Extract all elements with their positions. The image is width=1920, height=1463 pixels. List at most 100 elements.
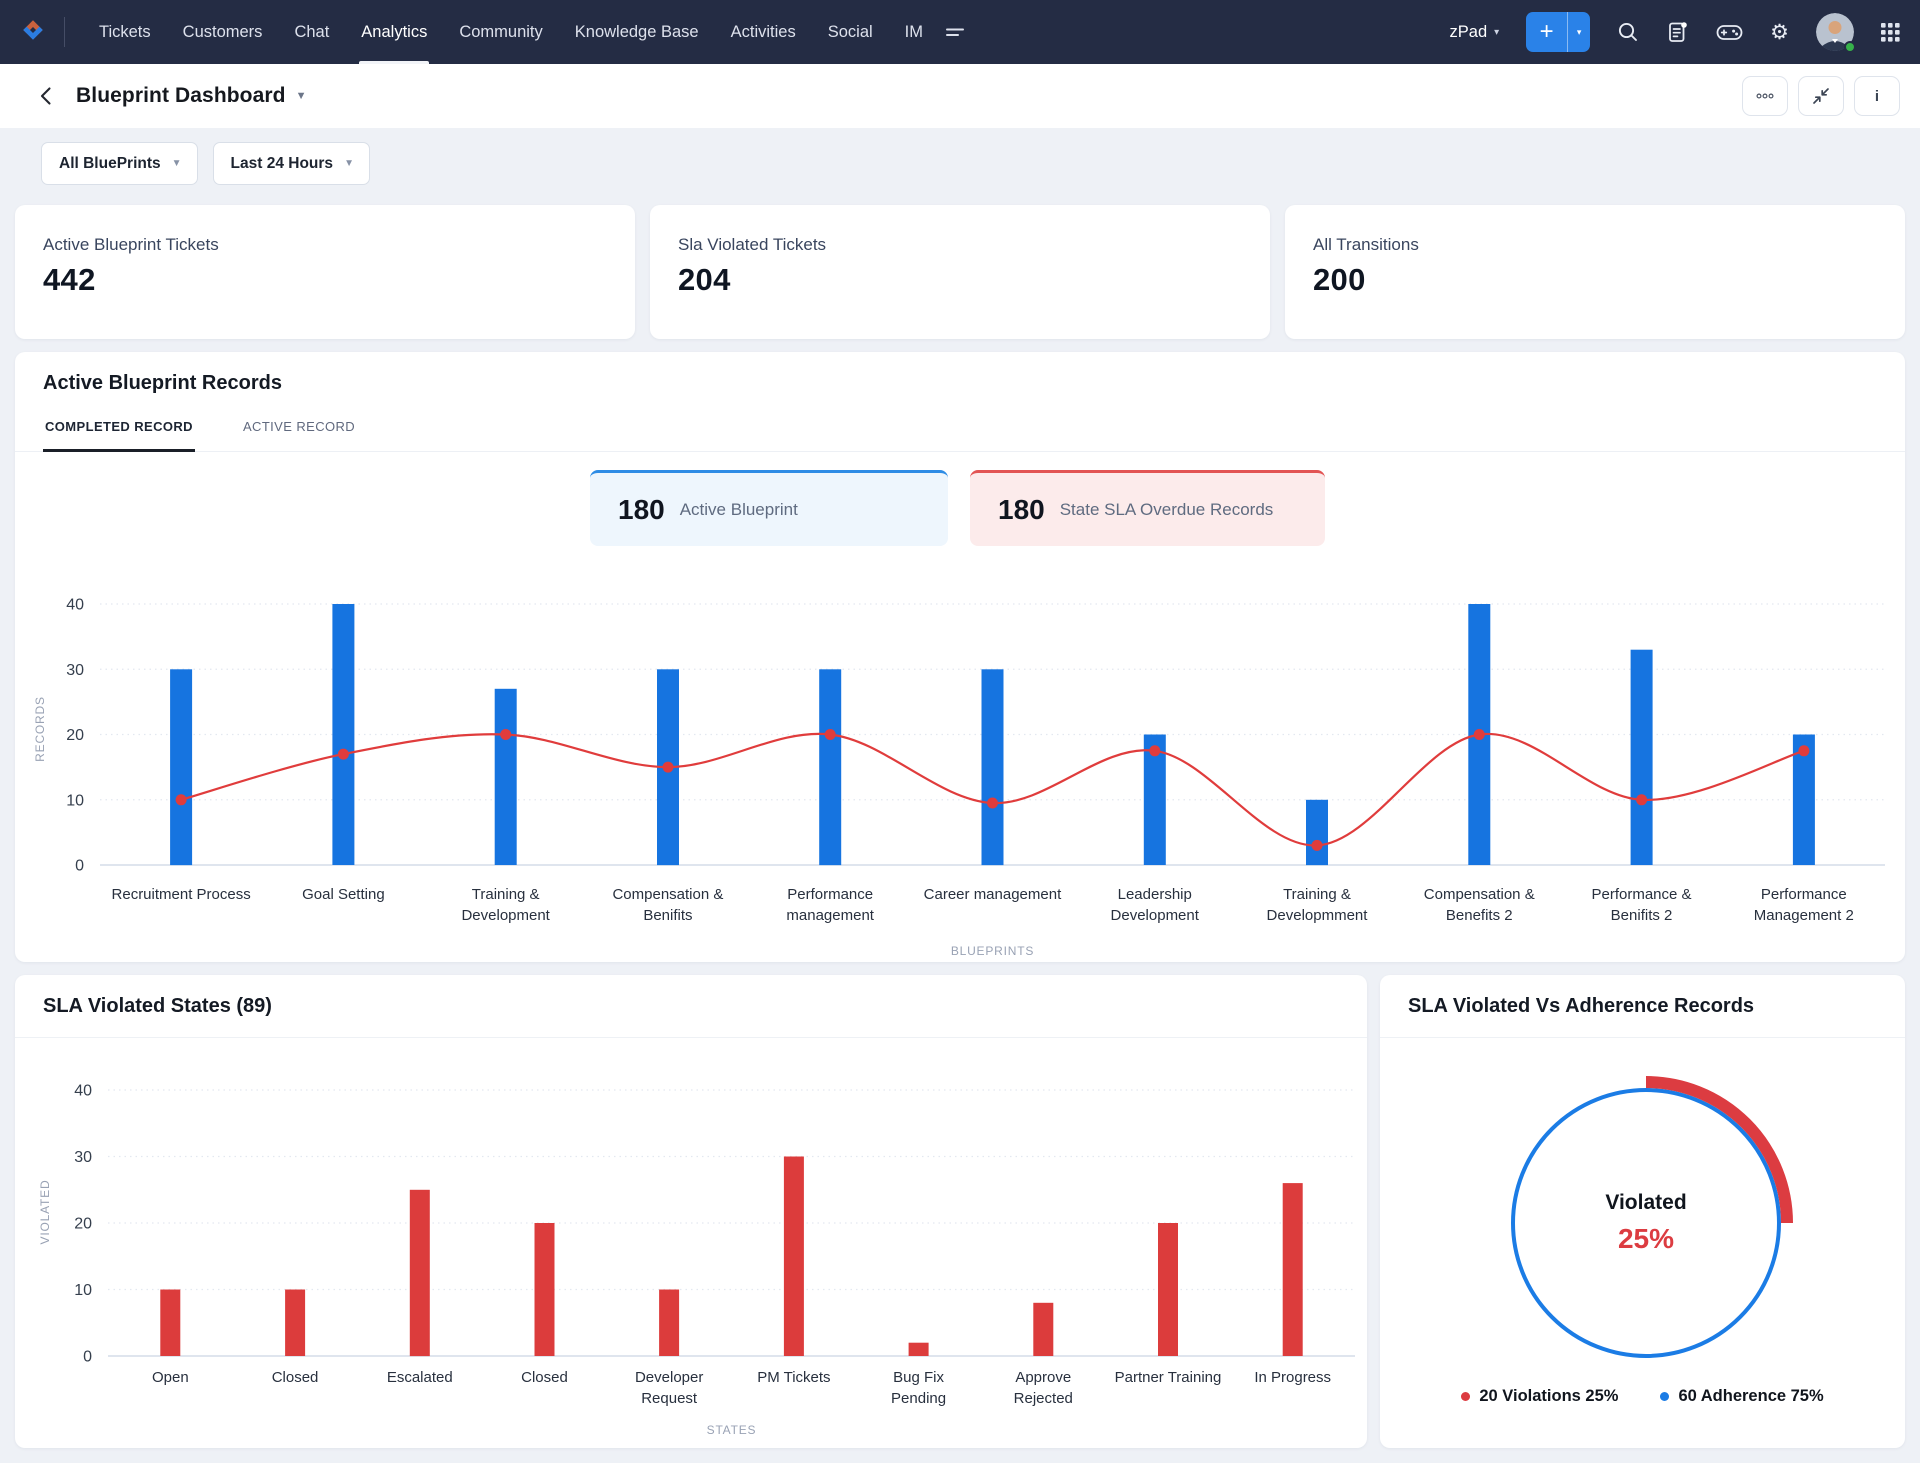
blueprint-filter-dropdown[interactable]: All BluePrints ▼ bbox=[41, 142, 198, 185]
x-axis-categories: Open Closed Escalated Closed Developer Reque… bbox=[108, 1367, 1355, 1409]
caret-down-icon[interactable]: ▼ bbox=[296, 90, 307, 102]
kpi-label: Active Blueprint Tickets bbox=[43, 235, 219, 254]
caret-down-icon: ▾ bbox=[1494, 26, 1500, 38]
donut-center-text: Violated 25% bbox=[1491, 1068, 1801, 1378]
kpi-value: 204 bbox=[678, 262, 731, 297]
tab-completed-record[interactable]: COMPLETED RECORD bbox=[43, 408, 195, 452]
x-axis-category-label: Closed bbox=[521, 1369, 568, 1386]
nav-item-activities[interactable]: Activities bbox=[715, 0, 812, 64]
divider bbox=[1380, 1037, 1905, 1038]
create-button[interactable]: + ▾ bbox=[1526, 12, 1591, 52]
x-axis-category-label: In Progress bbox=[1254, 1369, 1332, 1386]
caret-down-icon: ▼ bbox=[344, 158, 354, 169]
caret-down-icon: ▼ bbox=[171, 158, 182, 169]
x-axis-category-label: Training & Developmment bbox=[1266, 886, 1368, 924]
panel-title: SLA Violated States (89) bbox=[43, 995, 272, 1017]
nav-right-cluster: zPad ▾ + ▾ ⚙ bbox=[1450, 12, 1900, 53]
nav-item-analytics[interactable]: Analytics bbox=[345, 0, 443, 64]
workspace-selector[interactable]: zPad ▾ bbox=[1450, 23, 1500, 42]
release-notes-icon[interactable] bbox=[1666, 20, 1689, 44]
svg-text:0: 0 bbox=[75, 858, 84, 875]
x-axis-category-label: Open bbox=[152, 1369, 189, 1386]
kpi-card-active-blueprint-tickets: Active Blueprint Tickets 442 bbox=[15, 205, 635, 339]
gamepad-icon[interactable] bbox=[1716, 23, 1743, 42]
x-axis-category-label: Career management bbox=[923, 886, 1062, 903]
tab-active-record[interactable]: ACTIVE RECORD bbox=[241, 408, 357, 451]
x-axis-category-label: Partner Training bbox=[1114, 1369, 1222, 1386]
nav-item-tickets[interactable]: Tickets bbox=[83, 0, 167, 64]
kpi-label: Sla Violated Tickets bbox=[678, 235, 827, 254]
collapse-button[interactable] bbox=[1798, 76, 1844, 116]
svg-text:30: 30 bbox=[74, 1149, 92, 1166]
blueprint-dashboard-page: { "colors": { "nav_bg": "#242c44", "page… bbox=[0, 0, 1920, 1463]
blueprint-filter-label: All BluePrints bbox=[59, 154, 161, 172]
filter-bar: All BluePrints ▼ Last 24 Hours ▼ bbox=[0, 128, 1920, 204]
nav-overflow-icon[interactable] bbox=[945, 25, 965, 39]
more-options-button[interactable] bbox=[1742, 76, 1788, 116]
svg-text:20: 20 bbox=[74, 1216, 92, 1233]
kpi-card-all-transitions: All Transitions 200 bbox=[1285, 205, 1905, 339]
kpi-label: All Transitions bbox=[1313, 235, 1419, 254]
top-nav: Tickets Customers Chat Analytics Communi… bbox=[0, 0, 1920, 64]
caret-down-icon[interactable]: ▾ bbox=[1567, 12, 1590, 52]
x-axis-category-label: Performance Management 2 bbox=[1753, 886, 1854, 924]
nav-item-community[interactable]: Community bbox=[443, 0, 558, 64]
search-icon[interactable] bbox=[1617, 21, 1639, 43]
x-axis-category-label: PM Tickets bbox=[757, 1369, 831, 1386]
legend-dot-icon bbox=[1461, 1392, 1471, 1401]
x-axis-category-label: Closed bbox=[271, 1369, 319, 1386]
back-button[interactable] bbox=[30, 81, 60, 111]
x-axis-category-label: Escalated bbox=[386, 1369, 453, 1386]
online-status-icon bbox=[1844, 41, 1856, 53]
kpi-card-sla-violated-tickets: Sla Violated Tickets 204 bbox=[650, 205, 1270, 339]
chip-value: 180 bbox=[618, 493, 665, 525]
zoho-desk-logo-icon[interactable] bbox=[16, 13, 50, 52]
sla-violated-states-chart[interactable]: 0 10 20 30 40 bbox=[30, 1075, 1360, 1365]
gear-icon[interactable]: ⚙ bbox=[1770, 22, 1789, 43]
time-range-dropdown[interactable]: Last 24 Hours ▼ bbox=[212, 142, 370, 185]
info-button[interactable]: i bbox=[1854, 76, 1900, 116]
legend-item-adherence[interactable]: 60 Adherence 75% bbox=[1660, 1387, 1824, 1406]
legend-item-violations[interactable]: 20 Violations 25% bbox=[1461, 1387, 1618, 1406]
nav-item-customers[interactable]: Customers bbox=[167, 0, 279, 64]
chip-label: Active Blueprint bbox=[679, 499, 798, 519]
time-range-label: Last 24 Hours bbox=[230, 154, 334, 172]
donut-legend: 20 Violations 25% 60 Adherence 75% bbox=[1380, 1387, 1905, 1406]
x-axis-title: STATES bbox=[706, 1423, 757, 1437]
donut-center-label: Violated bbox=[1605, 1191, 1687, 1214]
donut-center-value: 25% bbox=[1617, 1223, 1675, 1254]
svg-text:10: 10 bbox=[74, 1282, 92, 1299]
workspace-label: zPad bbox=[1449, 22, 1488, 41]
legend-label: 60 Adherence 75% bbox=[1678, 1387, 1824, 1405]
nav-item-im[interactable]: IM bbox=[889, 0, 939, 64]
svg-text:20: 20 bbox=[66, 727, 84, 744]
plus-icon[interactable]: + bbox=[1526, 12, 1567, 52]
user-avatar[interactable] bbox=[1816, 13, 1856, 53]
x-axis-category-label: Approve Rejected bbox=[1013, 1369, 1073, 1407]
x-axis-category-label: Recruitment Process bbox=[111, 886, 251, 903]
x-axis-categories: Recruitment Process Goal Setting Training … bbox=[100, 884, 1885, 926]
x-axis-category-label: Developer Request bbox=[634, 1369, 704, 1407]
active-blueprint-records-panel: Active Blueprint Records COMPLETED RECOR… bbox=[15, 352, 1905, 962]
chip-label: State SLA Overdue Records bbox=[1059, 499, 1274, 519]
nav-menu: Tickets Customers Chat Analytics Communi… bbox=[83, 0, 965, 64]
divider bbox=[15, 1037, 1367, 1038]
nav-item-knowledge-base[interactable]: Knowledge Base bbox=[559, 0, 715, 64]
stat-chip-sla-overdue: 180 State SLA Overdue Records bbox=[970, 470, 1325, 546]
blueprint-records-chart[interactable]: 0 10 20 30 40 bbox=[30, 596, 1890, 876]
x-axis-category-label: Performance management bbox=[786, 886, 874, 924]
page-title: Blueprint Dashboard bbox=[76, 84, 286, 107]
svg-text:0: 0 bbox=[83, 1349, 92, 1366]
x-axis-category-label: Goal Setting bbox=[302, 886, 385, 903]
legend-dot-icon bbox=[1660, 1392, 1670, 1401]
nav-item-social[interactable]: Social bbox=[812, 0, 889, 64]
apps-grid-icon[interactable] bbox=[1881, 22, 1900, 42]
page-header: Blueprint Dashboard ▼ i bbox=[0, 64, 1920, 128]
nav-item-chat[interactable]: Chat bbox=[278, 0, 345, 64]
panel-title: Active Blueprint Records bbox=[43, 372, 282, 394]
sla-violated-vs-adherence-panel: SLA Violated Vs Adherence Records Violat… bbox=[1380, 975, 1905, 1448]
x-axis-category-label: Compensation & Benifits bbox=[612, 886, 724, 924]
sla-violated-states-panel: SLA Violated States (89) VIOLATED 0 10 20 3… bbox=[15, 975, 1367, 1448]
svg-text:40: 40 bbox=[74, 1083, 92, 1100]
x-axis-category-label: Compensation & Benefits 2 bbox=[1423, 886, 1535, 924]
